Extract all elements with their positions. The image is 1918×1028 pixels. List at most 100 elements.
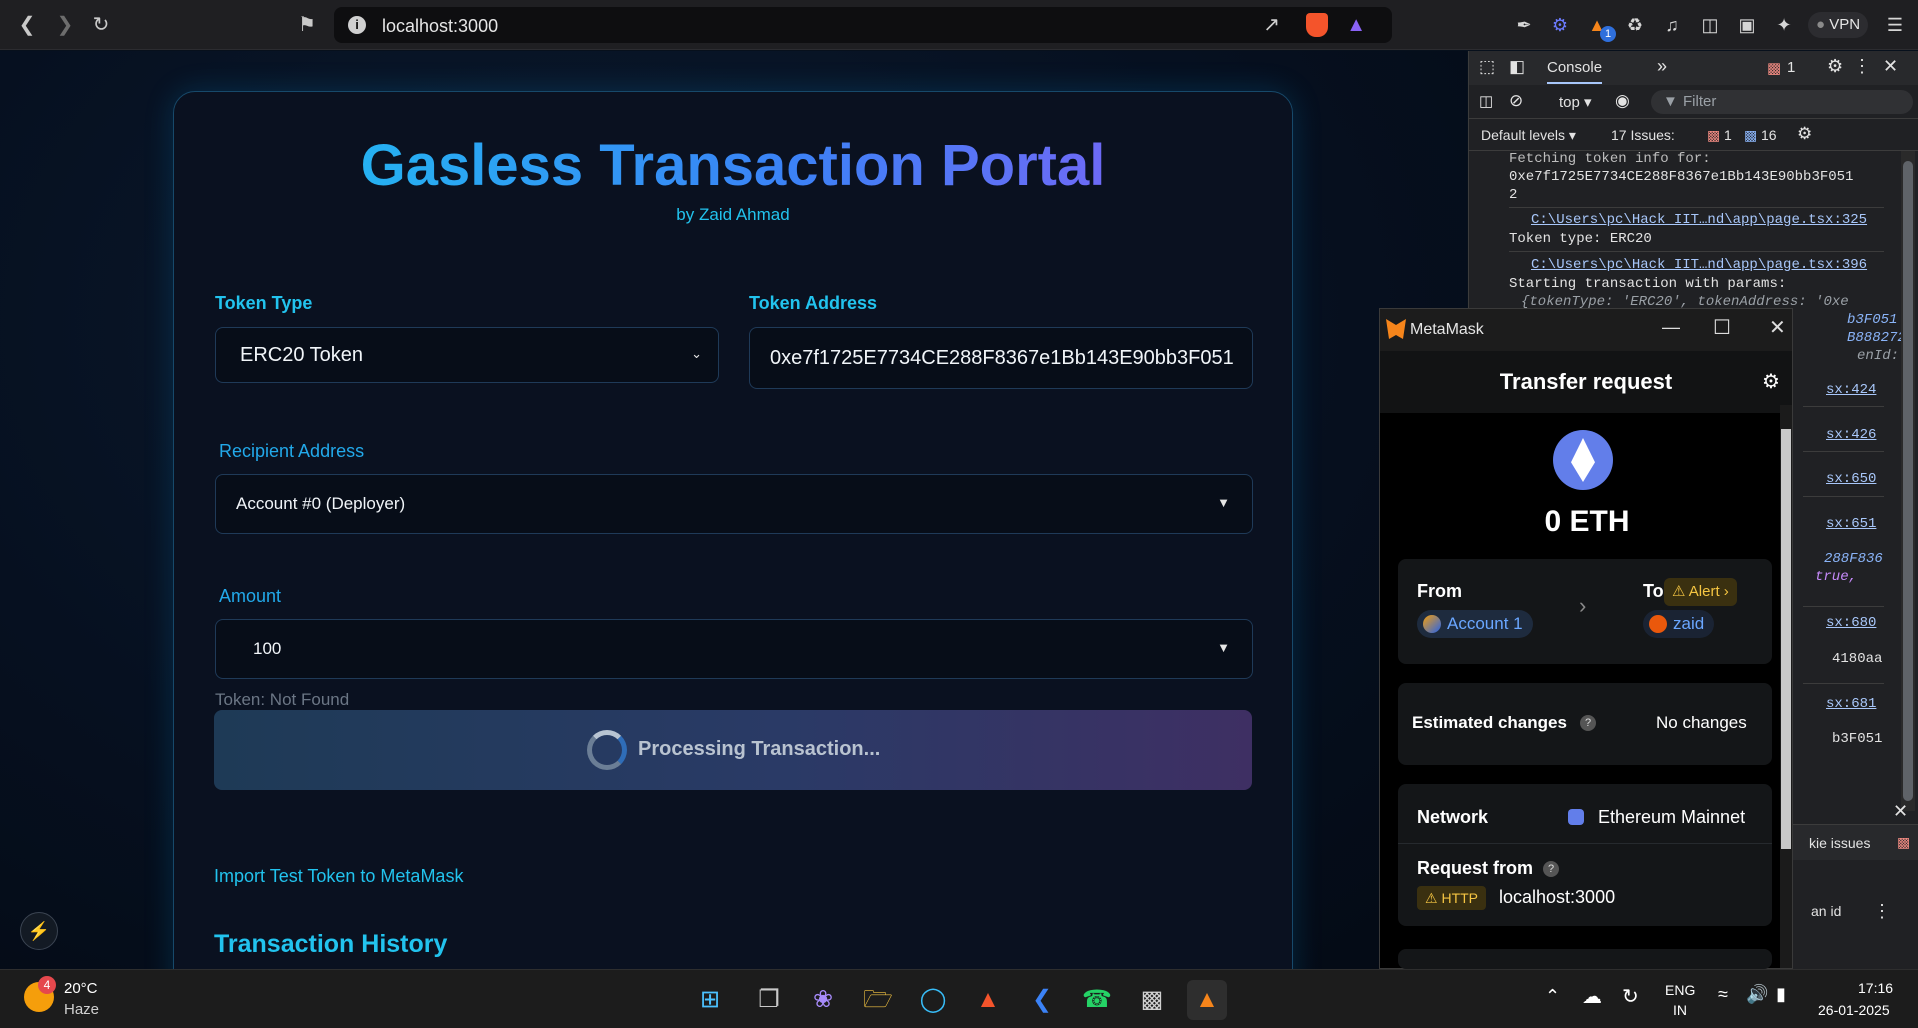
extensions-puzzle-icon[interactable]: ♻ <box>1622 12 1648 38</box>
site-info-icon[interactable]: i <box>348 16 366 34</box>
sync-icon[interactable]: ↻ <box>1622 984 1639 1009</box>
amount-input[interactable]: 100 ▼ <box>215 619 1253 679</box>
error-count-icon[interactable]: ▩ <box>1767 59 1781 77</box>
amount-display: 0 ETH <box>1544 505 1630 538</box>
extension-gear-icon[interactable]: ⚙ <box>1547 12 1573 38</box>
context-select[interactable]: top ▾ <box>1559 93 1592 111</box>
weather-desc: Haze <box>64 1001 100 1018</box>
source-link[interactable]: sx:680 <box>1826 615 1876 631</box>
share-icon[interactable]: ↗ <box>1263 12 1280 37</box>
log-line: true, <box>1815 569 1858 585</box>
from-account-pill[interactable]: Account 1 <box>1417 610 1533 638</box>
source-link[interactable]: sx:424 <box>1826 382 1876 398</box>
address-bar[interactable]: i localhost:3000 ↗ ▲ <box>334 7 1392 43</box>
info-icon[interactable]: ? <box>1580 715 1596 731</box>
source-link[interactable]: sx:651 <box>1826 516 1876 532</box>
settings-sliders-icon[interactable]: ⚙ <box>1762 369 1780 394</box>
kebab-menu-icon[interactable]: ⋮ <box>1853 56 1871 77</box>
filter-input[interactable]: ▼ Filter <box>1651 90 1913 114</box>
terminal-icon[interactable]: ▩ <box>1132 980 1172 1020</box>
issues-label[interactable]: 17 Issues: <box>1611 127 1675 143</box>
volume-icon[interactable]: 🔊 <box>1746 984 1768 1005</box>
back-icon[interactable]: ❮ <box>14 12 40 38</box>
tab-console[interactable]: Console <box>1547 59 1603 84</box>
scrollbar-thumb[interactable] <box>1781 429 1791 849</box>
device-toggle-icon[interactable]: ◧ <box>1509 57 1525 77</box>
token-address-input[interactable]: 0xe7f1725E7734CE288F8367e1Bb143E90bb3F05… <box>749 327 1253 389</box>
close-devtools-icon[interactable]: ✕ <box>1883 56 1898 77</box>
menu-icon[interactable]: ☰ <box>1882 12 1908 38</box>
browser-toolbar: ❮ ❯ ↻ ⚑ i localhost:3000 ↗ ▲ ✒ ⚙ ▲ 1 ♻ ♫… <box>0 0 1918 50</box>
drawer-tab-cookie-issues[interactable]: kie issues <box>1809 835 1870 851</box>
start-button-icon[interactable]: ⊞ <box>690 980 730 1020</box>
close-window-icon[interactable]: ✕ <box>1769 315 1786 340</box>
maximize-icon[interactable]: ☐ <box>1713 315 1731 340</box>
levels-select[interactable]: Default levels ▾ <box>1481 127 1576 144</box>
whatsapp-icon[interactable]: ☎ <box>1077 980 1117 1020</box>
info-icon[interactable]: ? <box>1543 861 1559 877</box>
token-type-select[interactable]: ERC20 Token ⌄ <box>215 327 719 383</box>
wifi-icon[interactable]: ≈ <box>1718 984 1728 1005</box>
reload-icon[interactable]: ↻ <box>88 12 114 38</box>
recipient-avatar <box>1649 615 1667 633</box>
recipient-select[interactable]: Account #0 (Deployer) ▼ <box>215 474 1253 534</box>
to-account-pill[interactable]: zaid <box>1643 610 1715 638</box>
eyedropper-icon[interactable]: ✒ <box>1511 12 1537 38</box>
leo-ai-icon[interactable]: ✦ <box>1771 12 1797 38</box>
more-tabs-icon[interactable]: » <box>1657 56 1667 77</box>
vpn-button[interactable]: ● VPN <box>1808 12 1869 38</box>
wallet-icon[interactable]: ▣ <box>1734 12 1760 38</box>
source-link[interactable]: sx:426 <box>1826 427 1876 443</box>
weather-icon[interactable]: 4 <box>24 976 56 1012</box>
metamask-window: MetaMask — ☐ ✕ Transfer request ⚙ 0 ETH … <box>1379 308 1793 969</box>
source-link[interactable]: sx:650 <box>1826 471 1876 487</box>
metamask-taskbar-icon[interactable]: ▲ <box>1187 980 1227 1020</box>
clock-time[interactable]: 17:16 <box>1858 980 1893 996</box>
edge-icon[interactable]: ◯ <box>913 980 953 1020</box>
sidebar-toggle-icon[interactable]: ◫ <box>1479 92 1493 110</box>
close-drawer-icon[interactable]: ✕ <box>1893 801 1908 822</box>
chevron-up-icon[interactable]: ⌃ <box>1545 986 1560 1007</box>
process-transaction-button[interactable]: Processing Transaction... <box>214 710 1252 790</box>
alert-badge[interactable]: ⚠ Alert › <box>1664 578 1737 606</box>
bookmark-icon[interactable]: ⚑ <box>294 12 320 38</box>
import-token-link[interactable]: Import Test Token to MetaMask <box>214 866 463 887</box>
brave-icon[interactable]: ▲ <box>968 980 1008 1020</box>
inspect-icon[interactable]: ⬚ <box>1479 57 1495 77</box>
console-settings-icon[interactable]: ⚙ <box>1797 124 1812 144</box>
eth-network-icon <box>1568 809 1584 825</box>
eye-icon[interactable]: ◉ <box>1615 91 1630 111</box>
log-line: B888272 <box>1847 330 1906 346</box>
forward-icon[interactable]: ❯ <box>52 12 78 38</box>
onedrive-icon[interactable]: ☁ <box>1582 984 1602 1009</box>
source-link[interactable]: sx:681 <box>1826 696 1876 712</box>
http-badge-label: HTTP <box>1441 890 1479 906</box>
clock-date[interactable]: 26-01-2025 <box>1818 1002 1890 1018</box>
metamask-extension-icon[interactable]: ▲ 1 <box>1584 12 1616 42</box>
brave-shields-icon[interactable] <box>1306 13 1328 37</box>
source-link[interactable]: C:\Users\pc\Hack_IIT…nd\app\page.tsx:325 <box>1531 212 1867 228</box>
metamask-scrollbar[interactable] <box>1780 405 1792 968</box>
lang-primary[interactable]: ENG <box>1665 982 1695 998</box>
source-link[interactable]: C:\Users\pc\Hack_IIT…nd\app\page.tsx:396 <box>1531 257 1867 273</box>
file-explorer-icon[interactable]: 🗁 <box>858 980 898 1020</box>
vscode-icon[interactable]: ❮ <box>1022 980 1062 1020</box>
settings-icon[interactable]: ⚙ <box>1827 56 1843 77</box>
copilot-icon[interactable]: ❀ <box>803 980 843 1020</box>
token-type-value: ERC20 Token <box>240 344 364 366</box>
brave-rewards-icon[interactable]: ▲ <box>1346 14 1366 37</box>
battery-icon[interactable]: ▮ <box>1776 984 1786 1005</box>
drawer-kebab-icon[interactable]: ⋮ <box>1873 901 1891 922</box>
page-viewport: Gasless Transaction Portal by Zaid Ahmad… <box>0 51 1467 969</box>
task-view-icon[interactable]: ❐ <box>749 980 789 1020</box>
http-warning-badge: ⚠ HTTP <box>1417 886 1487 910</box>
vpn-status-icon: ● <box>1816 16 1830 33</box>
clear-console-icon[interactable]: ⊘ <box>1509 91 1523 111</box>
page-title: Gasless Transaction Portal <box>174 132 1292 199</box>
console-scrollbar[interactable] <box>1901 151 1915 811</box>
lightning-icon[interactable]: ⚡ <box>20 912 58 950</box>
sidebar-icon[interactable]: ◫ <box>1697 12 1723 38</box>
scrollbar-thumb[interactable] <box>1903 161 1913 801</box>
minimize-icon[interactable]: — <box>1662 317 1680 338</box>
media-icon[interactable]: ♫ <box>1659 12 1685 38</box>
